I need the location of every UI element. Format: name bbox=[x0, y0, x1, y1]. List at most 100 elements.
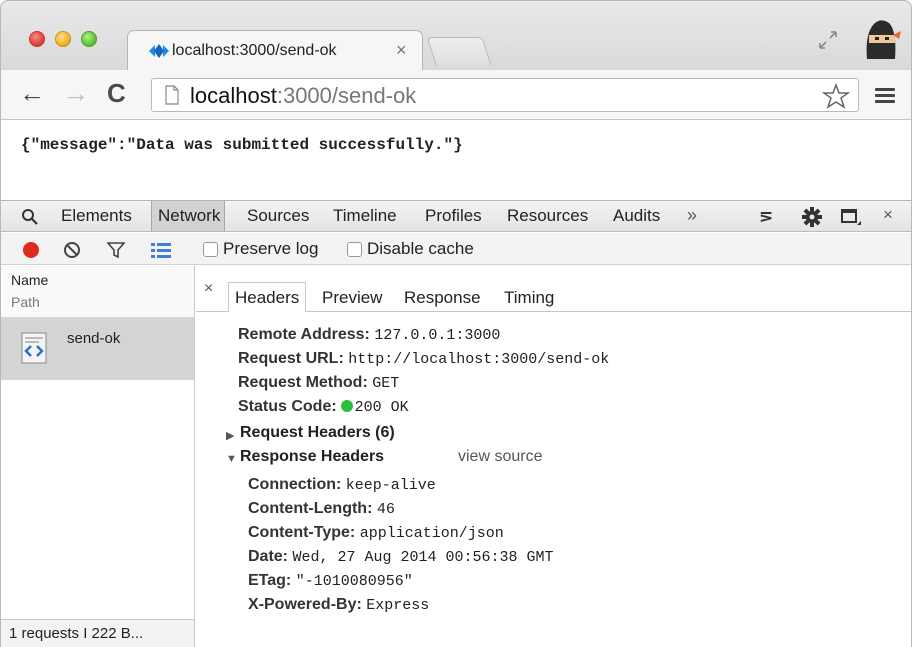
response-header-row: Date: Wed, 27 Aug 2014 00:56:38 GMT bbox=[248, 548, 554, 566]
header-key: ETag: bbox=[248, 572, 292, 589]
devtools-favicon-icon bbox=[149, 44, 169, 58]
new-tab-button[interactable] bbox=[426, 37, 492, 65]
large-rows-icon[interactable] bbox=[151, 242, 171, 258]
record-icon[interactable] bbox=[23, 242, 39, 258]
request-detail-pane: × Headers Preview Response Timing Remote… bbox=[196, 266, 911, 647]
forward-button[interactable]: → bbox=[63, 78, 89, 108]
disable-cache-checkbox[interactable] bbox=[347, 242, 362, 257]
document-file-icon bbox=[21, 332, 47, 364]
address-bar[interactable]: localhost:3000/send-ok bbox=[151, 78, 859, 112]
header-value: GET bbox=[372, 375, 400, 392]
header-key: Remote Address: bbox=[238, 326, 370, 343]
expand-triangle-icon[interactable]: ▶ bbox=[226, 429, 234, 442]
gear-icon[interactable] bbox=[801, 206, 823, 228]
header-key: Request Method: bbox=[238, 374, 368, 391]
request-method-row: Request Method: GET bbox=[238, 374, 399, 392]
browser-toolbar: ← → C localhost:3000/send-ok bbox=[0, 70, 912, 120]
tab-resources[interactable]: Resources bbox=[507, 206, 588, 226]
disable-cache-label: Disable cache bbox=[367, 239, 474, 258]
request-list: Name Path send-ok 1 requests I 222 B... bbox=[1, 266, 195, 647]
header-value: Wed, 27 Aug 2014 00:56:38 GMT bbox=[292, 549, 554, 566]
header-value: 46 bbox=[376, 501, 395, 518]
json-response-text: {"message":"Data was submitted successfu… bbox=[21, 136, 463, 154]
user-profile-ninja-icon[interactable] bbox=[857, 15, 903, 63]
back-button[interactable]: ← bbox=[19, 78, 45, 108]
tab-response[interactable]: Response bbox=[404, 288, 481, 308]
tab-elements[interactable]: Elements bbox=[61, 206, 132, 226]
url-text[interactable]: localhost:3000/send-ok bbox=[190, 83, 416, 109]
status-ok-icon bbox=[340, 400, 353, 412]
header-value: "-1010080956" bbox=[295, 573, 413, 590]
view-source-link[interactable]: view source bbox=[458, 448, 542, 466]
tab-close-icon[interactable]: × bbox=[396, 40, 407, 61]
url-path: :3000/send-ok bbox=[276, 83, 417, 108]
response-header-row: Content-Type: application/json bbox=[248, 524, 504, 542]
tab-preview[interactable]: Preview bbox=[322, 288, 382, 308]
clear-icon[interactable] bbox=[63, 241, 81, 259]
header-key: Content-Type: bbox=[248, 524, 356, 541]
collapse-triangle-icon[interactable]: ▼ bbox=[226, 453, 237, 465]
tab-headers[interactable]: Headers bbox=[228, 282, 307, 313]
tab-profiles[interactable]: Profiles bbox=[425, 206, 482, 226]
more-tabs-icon[interactable]: » bbox=[687, 205, 697, 226]
reload-button[interactable]: C bbox=[107, 78, 126, 108]
tab-timing[interactable]: Timing bbox=[504, 288, 554, 308]
header-key: Date: bbox=[248, 548, 289, 565]
header-key: Request URL: bbox=[238, 350, 344, 367]
request-row[interactable]: send-ok bbox=[1, 318, 194, 380]
detail-close-icon[interactable]: × bbox=[204, 280, 213, 298]
tab-audits[interactable]: Audits bbox=[613, 206, 660, 226]
response-header-row: X-Powered-By: Express bbox=[248, 596, 429, 614]
response-header-row: Content-Length: 46 bbox=[248, 500, 395, 518]
devtools-tab-bar: Elements Network Sources Timeline Profil… bbox=[1, 200, 911, 232]
header-value: Express bbox=[366, 597, 430, 614]
devtools-close-icon[interactable]: × bbox=[883, 205, 893, 225]
request-summary-bar: 1 requests I 222 B... bbox=[1, 619, 194, 647]
header-value: http://localhost:3000/send-ok bbox=[348, 351, 610, 368]
request-headers-section[interactable]: Request Headers (6) bbox=[240, 424, 395, 442]
response-headers-section[interactable]: Response Headers bbox=[240, 448, 384, 466]
response-header-row: Connection: keep-alive bbox=[248, 476, 436, 494]
remote-address-row: Remote Address: 127.0.0.1:3000 bbox=[238, 326, 500, 344]
network-toolbar: Preserve log Disable cache bbox=[1, 233, 911, 265]
bookmark-star-icon[interactable] bbox=[822, 82, 850, 110]
response-header-row: ETag: "-1010080956" bbox=[248, 572, 413, 590]
header-value: application/json bbox=[359, 525, 504, 542]
chrome-menu-icon[interactable] bbox=[875, 88, 895, 104]
filter-icon[interactable] bbox=[107, 241, 125, 259]
console-drawer-icon[interactable]: ⋝ bbox=[759, 207, 773, 227]
close-window-button[interactable] bbox=[29, 31, 45, 47]
tab-sources[interactable]: Sources bbox=[247, 206, 309, 226]
dock-icon[interactable] bbox=[841, 208, 861, 226]
page-icon bbox=[165, 85, 179, 105]
page-content: {"message":"Data was submitted successfu… bbox=[0, 120, 912, 200]
request-summary: 1 requests I 222 B... bbox=[9, 625, 144, 642]
url-host: localhost bbox=[190, 83, 277, 108]
browser-tab[interactable]: localhost:3000/send-ok × bbox=[127, 30, 423, 72]
preserve-log-checkbox[interactable] bbox=[203, 242, 218, 257]
tab-title: localhost:3000/send-ok bbox=[172, 42, 337, 59]
preserve-log-label: Preserve log bbox=[223, 239, 319, 258]
header-key: X-Powered-By: bbox=[248, 596, 362, 613]
header-value: 200 OK bbox=[354, 399, 409, 416]
tab-network[interactable]: Network bbox=[151, 201, 226, 231]
tab-timeline[interactable]: Timeline bbox=[333, 206, 397, 226]
zoom-window-button[interactable] bbox=[81, 31, 97, 47]
search-icon[interactable] bbox=[21, 208, 39, 226]
request-url-row: Request URL: http://localhost:3000/send-… bbox=[238, 350, 609, 368]
minimize-window-button[interactable] bbox=[55, 31, 71, 47]
header-value: 127.0.0.1:3000 bbox=[374, 327, 501, 344]
header-key: Status Code: bbox=[238, 398, 337, 415]
header-value: keep-alive bbox=[345, 477, 436, 494]
detail-tab-bar: × Headers Preview Response Timing bbox=[196, 266, 911, 313]
request-list-header[interactable]: Name Path bbox=[1, 266, 194, 318]
status-code-row: Status Code: 200 OK bbox=[238, 398, 409, 416]
column-name: Name bbox=[11, 272, 49, 288]
request-name: send-ok bbox=[67, 330, 121, 347]
fullscreen-icon[interactable] bbox=[817, 29, 839, 51]
header-key: Connection: bbox=[248, 476, 342, 493]
devtools-panel: Elements Network Sources Timeline Profil… bbox=[0, 200, 912, 647]
header-key: Content-Length: bbox=[248, 500, 373, 517]
browser-titlebar: localhost:3000/send-ok × bbox=[0, 0, 912, 72]
column-path: Path bbox=[11, 294, 40, 310]
